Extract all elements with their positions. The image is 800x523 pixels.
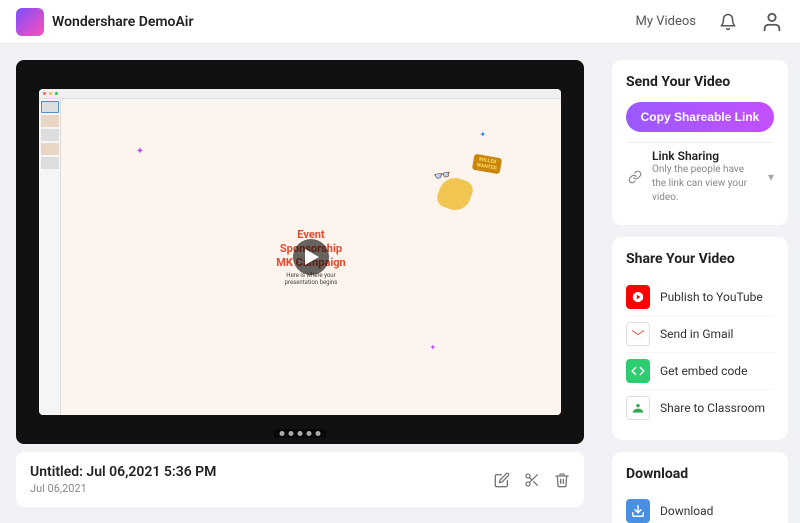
slide-thumbnails bbox=[39, 99, 61, 415]
gmail-label: Send in Gmail bbox=[660, 327, 733, 341]
thumb-2[interactable] bbox=[41, 115, 59, 127]
classroom-icon bbox=[626, 396, 650, 420]
header: Wondershare DemoAir My Videos bbox=[0, 0, 800, 44]
logo-text: Wondershare DemoAir bbox=[52, 14, 193, 30]
trash-icon[interactable] bbox=[554, 472, 570, 488]
send-section-title: Send Your Video bbox=[626, 74, 774, 90]
video-title-area: Untitled: Jul 06,2021 5:36 PM Jul 06,202… bbox=[30, 464, 216, 495]
avatar-icon[interactable] bbox=[760, 10, 784, 34]
share-section-title: Share Your Video bbox=[626, 251, 774, 267]
main-content: ✦ ✦ ✦ 👓 MILLERWANTED EventSponsorshipMK … bbox=[0, 44, 800, 523]
play-button[interactable] bbox=[293, 239, 329, 275]
link-sharing-desc: Only the people have the link can view y… bbox=[652, 163, 760, 205]
gmail-icon bbox=[626, 322, 650, 346]
header-left: Wondershare DemoAir bbox=[16, 8, 193, 36]
video-info-bar: Untitled: Jul 06,2021 5:36 PM Jul 06,202… bbox=[16, 452, 584, 507]
thumb-3[interactable] bbox=[41, 129, 59, 141]
embed-icon bbox=[626, 359, 650, 383]
link-info: Link Sharing Only the people have the li… bbox=[652, 149, 760, 205]
edit-icon[interactable] bbox=[494, 472, 510, 488]
youtube-icon bbox=[626, 285, 650, 309]
download-section-title: Download bbox=[626, 466, 774, 482]
share-video-section: Share Your Video Publish to YouTube bbox=[612, 237, 788, 440]
video-toolbar bbox=[274, 429, 327, 438]
left-panel: ✦ ✦ ✦ 👓 MILLERWANTED EventSponsorshipMK … bbox=[0, 44, 600, 523]
thumb-4[interactable] bbox=[41, 143, 59, 155]
download-icon bbox=[626, 499, 650, 523]
download-section: Download Download Export as MP4 bbox=[612, 452, 788, 523]
header-right: My Videos bbox=[635, 10, 784, 34]
share-item-gmail[interactable]: Send in Gmail bbox=[626, 316, 774, 353]
play-triangle-icon bbox=[305, 249, 319, 265]
link-icon bbox=[626, 168, 644, 186]
share-item-youtube[interactable]: Publish to YouTube bbox=[626, 279, 774, 316]
bell-icon[interactable] bbox=[716, 10, 740, 34]
right-panel: Send Your Video Copy Shareable Link Link… bbox=[600, 44, 800, 523]
slide-main: ✦ ✦ ✦ 👓 MILLERWANTED EventSponsorshipMK … bbox=[61, 99, 562, 415]
logo-icon bbox=[16, 8, 44, 36]
download-item[interactable]: Download bbox=[626, 494, 774, 523]
video-actions bbox=[494, 472, 570, 488]
video-container: ✦ ✦ ✦ 👓 MILLERWANTED EventSponsorshipMK … bbox=[16, 60, 584, 444]
my-videos-link[interactable]: My Videos bbox=[635, 14, 696, 29]
share-item-classroom[interactable]: Share to Classroom bbox=[626, 390, 774, 426]
download-label: Download bbox=[660, 504, 713, 518]
embed-label: Get embed code bbox=[660, 364, 747, 378]
chevron-down-icon: ▾ bbox=[768, 170, 774, 184]
copy-shareable-link-button[interactable]: Copy Shareable Link bbox=[626, 102, 774, 132]
classroom-label: Share to Classroom bbox=[660, 401, 765, 415]
thumb-5[interactable] bbox=[41, 157, 59, 169]
thumb-1[interactable] bbox=[41, 101, 59, 113]
link-sharing-row[interactable]: Link Sharing Only the people have the li… bbox=[626, 142, 774, 211]
share-item-embed[interactable]: Get embed code bbox=[626, 353, 774, 390]
send-video-section: Send Your Video Copy Shareable Link Link… bbox=[612, 60, 788, 225]
link-sharing-title: Link Sharing bbox=[652, 149, 760, 163]
video-title: Untitled: Jul 06,2021 5:36 PM bbox=[30, 464, 216, 480]
video-date: Jul 06,2021 bbox=[30, 482, 216, 495]
youtube-label: Publish to YouTube bbox=[660, 290, 763, 304]
presentation-frame: ✦ ✦ ✦ 👓 MILLERWANTED EventSponsorshipMK … bbox=[39, 89, 562, 415]
scissors-icon[interactable] bbox=[524, 472, 540, 488]
